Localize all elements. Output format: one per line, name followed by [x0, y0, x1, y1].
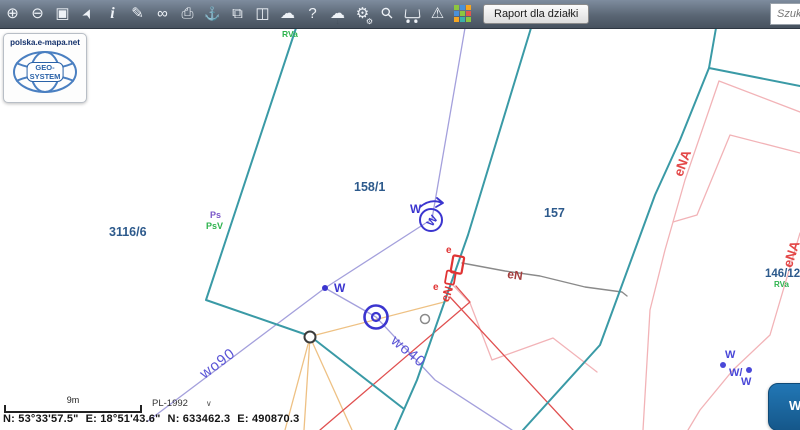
water-pipe-label: wo90 [196, 345, 239, 383]
search-input[interactable] [770, 3, 800, 25]
water-point-dot [720, 362, 726, 368]
speech-bubble-icon[interactable]: ☁ [275, 0, 300, 28]
download-arrow-icon: ↓ [325, 8, 350, 35]
transformer-symbols [445, 255, 464, 285]
print-icon[interactable]: ⎙ [175, 0, 200, 28]
help-icon[interactable]: ? [300, 0, 325, 28]
energy-label: e [433, 282, 439, 293]
toolbar: ⊕ ⊖ ▣ ➤ i ✎ ∞ ⎙ ⚓ ⧉ ◫ ☁ ? ☁ ↓ ⚙ ⚙ ⚲ ⚠ Ra… [0, 0, 800, 29]
anchor-icon[interactable]: ⚓ [200, 0, 225, 28]
duplicate-window-icon[interactable]: ⧉ [225, 0, 250, 28]
coord-lon: E: 18°51'43.6" [86, 413, 161, 425]
geo-system-globe-icon: GEO-SYSTEM [10, 49, 80, 95]
w-button[interactable]: W [768, 383, 800, 430]
report-button[interactable]: Raport dla działki [483, 4, 589, 24]
layout-panels-icon[interactable]: ◫ [250, 0, 275, 28]
parcel-number-label: 146/12 [765, 268, 800, 280]
water-label: W [741, 376, 752, 388]
landuse-label: RVa [774, 280, 790, 289]
coord-lat: N: 53°33'57.5" [3, 413, 79, 425]
water-point-dot [322, 285, 328, 291]
water-label: W [425, 213, 441, 229]
water-pipe-label: wo40 [387, 332, 429, 371]
landuse-label: Ps [210, 210, 221, 220]
link-icon[interactable]: ∞ [150, 0, 175, 28]
zoom-in-icon[interactable]: ⊕ [0, 0, 25, 28]
utility-node-black-circle [305, 332, 316, 343]
parcel-boundaries [206, 28, 800, 430]
gear-icon: ⚙ [366, 18, 373, 26]
energy-label: e [446, 245, 452, 256]
logo-brand-text: GEO-SYSTEM [27, 62, 64, 82]
palette-icon[interactable] [450, 0, 475, 28]
warning-icon[interactable]: ⚠ [425, 0, 450, 28]
energy-red-lines [320, 286, 573, 430]
cloud-download-icon[interactable]: ☁ ↓ [325, 0, 350, 28]
coordinates-readout: N: 53°33'57.5" E: 18°51'43.6" N: 633462.3 E… [3, 413, 306, 425]
crs-selector[interactable]: PL-1992 ∨ [152, 398, 212, 409]
water-label: W [725, 349, 736, 361]
energy-label: eNA [780, 239, 800, 270]
water-point-dot [746, 367, 752, 373]
landuse-label: PsV [206, 221, 223, 231]
zoom-out-icon[interactable]: ⊖ [25, 0, 50, 28]
scale-line [4, 405, 142, 413]
select-extent-icon[interactable]: ▣ [50, 0, 75, 28]
logo-site-text: polska.e-mapa.net [4, 38, 86, 47]
settings-icon[interactable]: ⚙ ⚙ [350, 0, 375, 28]
coord-easting: E: 490870.3 [237, 413, 299, 425]
water-label: W [334, 281, 346, 295]
energy-label: eN [506, 267, 523, 283]
crs-label: PL-1992 [152, 398, 188, 409]
parcel-number-label: 3116/6 [109, 225, 147, 239]
en-gray-line [462, 263, 627, 296]
logo-panel[interactable]: polska.e-mapa.net GEO-SYSTEM [3, 33, 87, 103]
coord-northing: N: 633462.3 [168, 413, 231, 425]
map-canvas[interactable]: RVa 3116/6 Ps PsV 158/1 157 W W wo90 wo4… [0, 0, 800, 430]
cart-icon[interactable] [400, 0, 425, 28]
info-icon[interactable]: i [100, 0, 125, 28]
scale-bar: 9m [4, 395, 142, 413]
utility-node-gray-circle [421, 315, 430, 324]
search-plus-icon[interactable]: ⚲ [375, 0, 400, 28]
chevron-down-icon: ∨ [206, 399, 212, 408]
parcel-number-label: 157 [544, 206, 565, 220]
water-label: W [410, 202, 422, 216]
measure-icon[interactable]: ✎ [125, 0, 150, 28]
landuse-label: RVa [282, 29, 298, 39]
pointer-icon[interactable]: ➤ [75, 0, 100, 28]
app-window: RVa 3116/6 Ps PsV 158/1 157 W W wo90 wo4… [0, 0, 800, 430]
parcel-number-label: 158/1 [354, 180, 385, 194]
scale-label: 9m [4, 395, 142, 405]
